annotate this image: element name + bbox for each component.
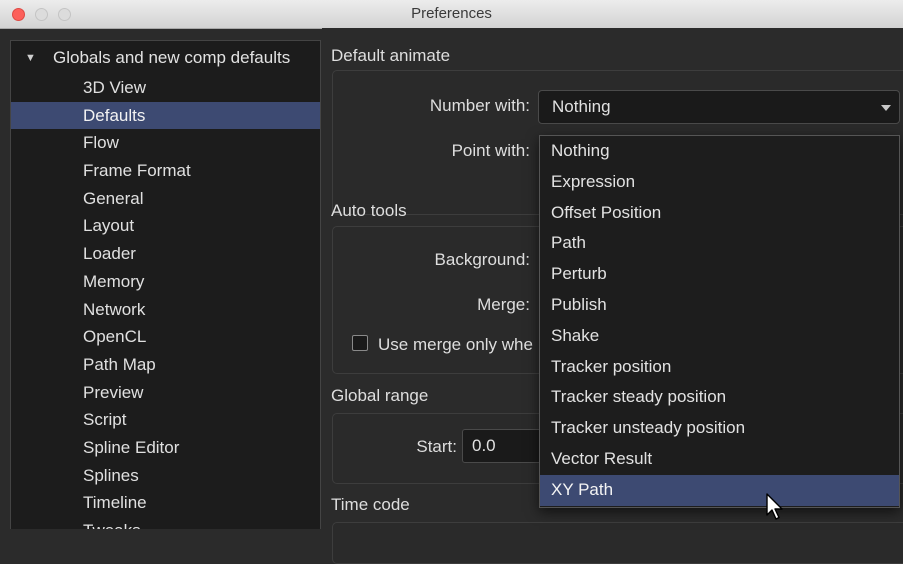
- sidebar-item-network[interactable]: Network: [11, 296, 320, 324]
- use-merge-label: Use merge only whe: [378, 335, 533, 354]
- dropdown-option-tracker-position[interactable]: Tracker position: [540, 352, 899, 383]
- disclosure-triangle-icon[interactable]: ▼: [25, 52, 41, 64]
- use-merge-checkbox[interactable]: [352, 335, 368, 351]
- tree-root-label: Globals and new comp defaults: [53, 48, 291, 67]
- sidebar-item-memory[interactable]: Memory: [11, 268, 320, 296]
- sidebar-item-layout[interactable]: Layout: [11, 212, 320, 240]
- dropdown-option-xy-path[interactable]: XY Path: [540, 474, 899, 506]
- dropdown-arrow-icon[interactable]: [881, 105, 891, 111]
- sidebar-item-spline-editor[interactable]: Spline Editor: [11, 434, 320, 462]
- sidebar-item-3d-view[interactable]: 3D View: [11, 74, 320, 102]
- number-with-combo[interactable]: Nothing: [538, 90, 900, 124]
- dropdown-option-vector-result[interactable]: Vector Result: [540, 444, 899, 475]
- default-animate-title: Default animate: [331, 46, 451, 65]
- dropdown-option-shake[interactable]: Shake: [540, 321, 899, 352]
- start-label: Start:: [416, 437, 457, 456]
- number-with-label: Number with:: [429, 96, 530, 115]
- background-label: Background:: [434, 250, 530, 269]
- sidebar-item-flow[interactable]: Flow: [11, 129, 320, 157]
- sidebar-item-script[interactable]: Script: [11, 406, 320, 434]
- tree-items: 3D View Defaults Flow Frame Format Gener…: [11, 74, 320, 529]
- dropdown-option-tracker-unsteady-position[interactable]: Tracker unsteady position: [540, 413, 899, 444]
- auto-tools-title: Auto tools: [331, 201, 407, 220]
- dropdown-option-path[interactable]: Path: [540, 228, 899, 259]
- dropdown-option-nothing[interactable]: Nothing: [540, 136, 899, 167]
- sidebar-item-frame-format[interactable]: Frame Format: [11, 157, 320, 185]
- preferences-tree[interactable]: ▼ Globals and new comp defaults 3D View D…: [10, 40, 321, 529]
- global-range-title: Global range: [331, 386, 429, 405]
- sidebar-item-path-map[interactable]: Path Map: [11, 351, 320, 379]
- dropdown-option-perturb[interactable]: Perturb: [540, 259, 899, 290]
- mouse-cursor-icon: [766, 493, 783, 520]
- sidebar-item-tweaks[interactable]: Tweaks: [11, 517, 320, 529]
- time-code-group: [332, 522, 903, 564]
- sidebar-item-splines[interactable]: Splines: [11, 462, 320, 490]
- dropdown-option-offset-position[interactable]: Offset Position: [540, 198, 899, 229]
- sidebar-item-defaults[interactable]: Defaults: [11, 101, 320, 130]
- sidebar-item-general[interactable]: General: [11, 185, 320, 213]
- sidebar-item-opencl[interactable]: OpenCL: [11, 323, 320, 351]
- dropdown-option-expression[interactable]: Expression: [540, 167, 899, 198]
- tree-root-globals[interactable]: ▼ Globals and new comp defaults: [25, 48, 290, 68]
- start-field[interactable]: 0.0: [462, 429, 542, 463]
- sidebar-item-timeline[interactable]: Timeline: [11, 489, 320, 517]
- dropdown-option-publish[interactable]: Publish: [540, 290, 899, 321]
- title-bar: Preferences: [0, 0, 903, 29]
- point-with-label: Point with:: [451, 141, 530, 160]
- point-with-dropdown-list[interactable]: Nothing Expression Offset Position Path …: [539, 135, 900, 508]
- time-code-title: Time code: [331, 495, 410, 514]
- number-with-value: Nothing: [552, 97, 611, 116]
- sidebar-item-loader[interactable]: Loader: [11, 240, 320, 268]
- dropdown-option-tracker-steady-position[interactable]: Tracker steady position: [540, 382, 899, 413]
- window-title: Preferences: [411, 5, 492, 22]
- merge-label: Merge:: [477, 295, 530, 314]
- sidebar-item-preview[interactable]: Preview: [11, 379, 320, 407]
